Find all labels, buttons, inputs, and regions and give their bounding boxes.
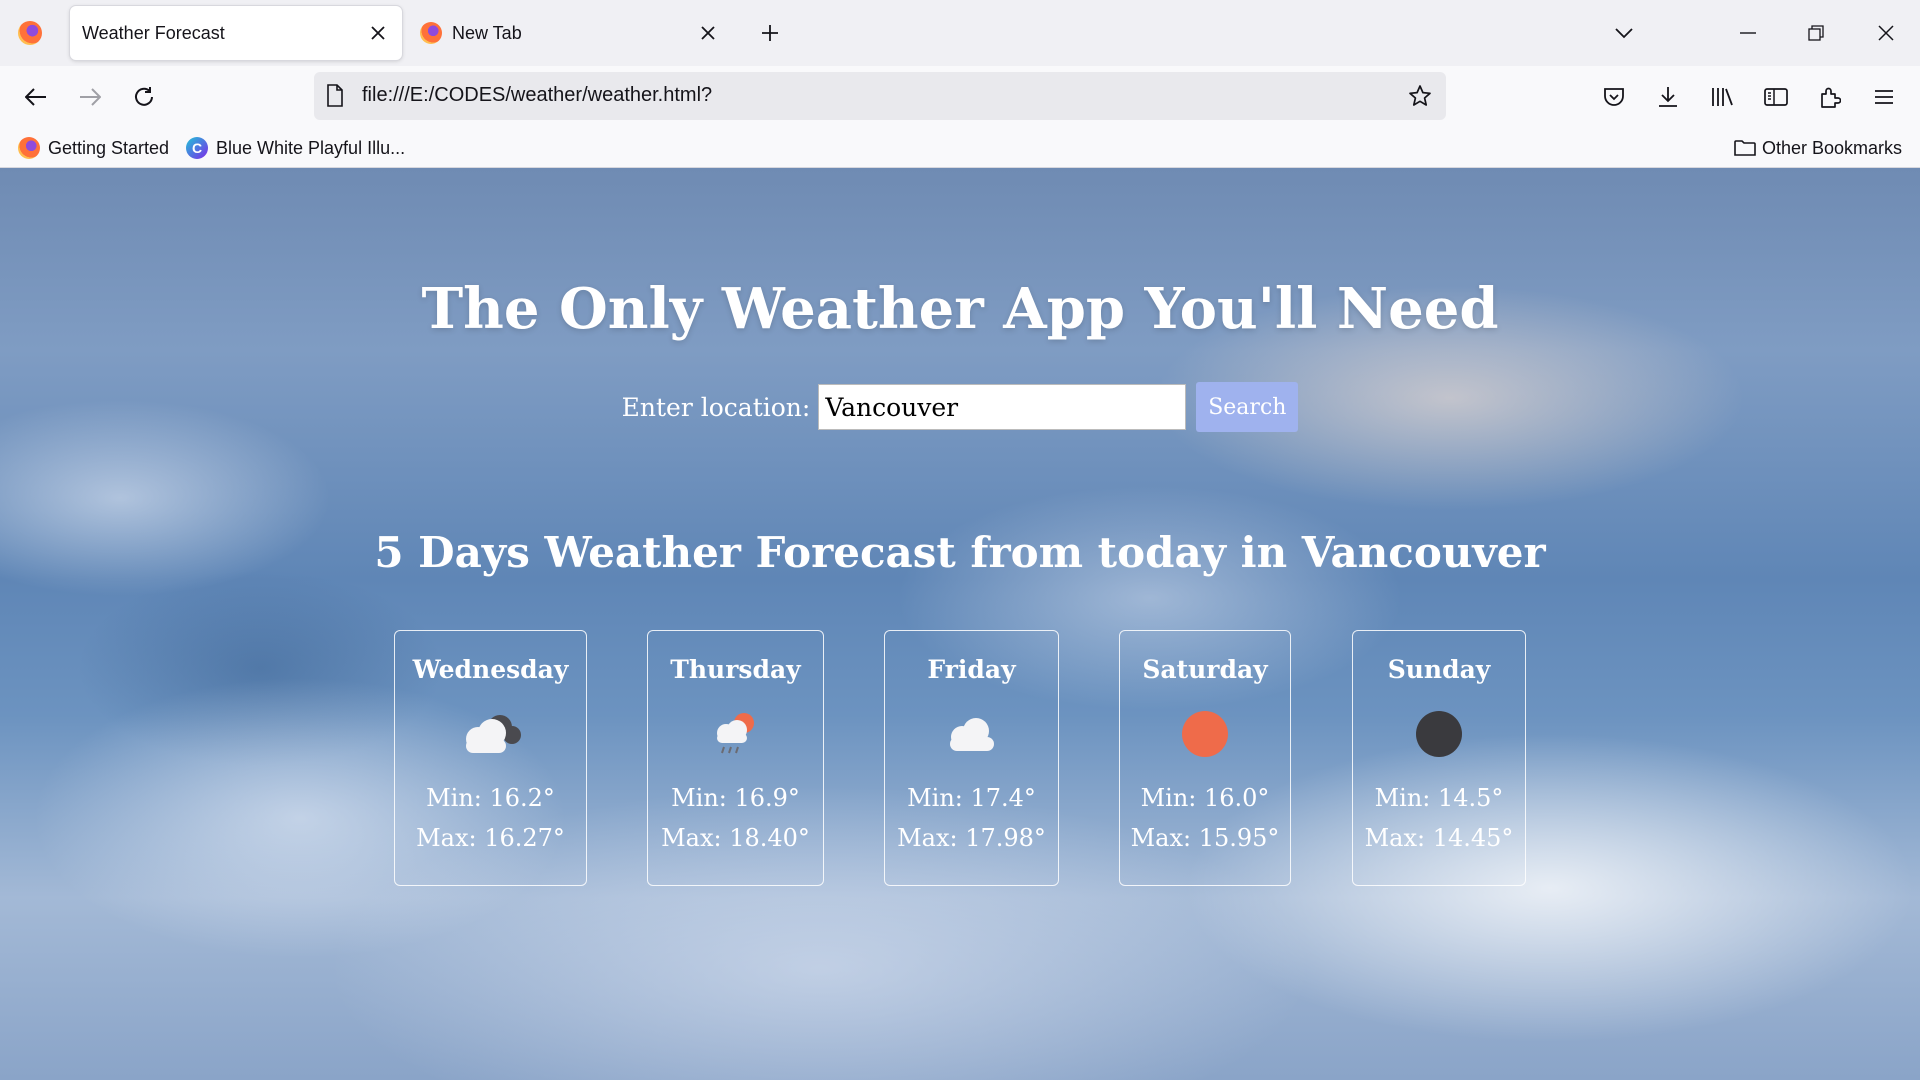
- card-max-temp: Max: 18.40°: [661, 824, 810, 852]
- page-icon: [326, 84, 344, 113]
- card-day: Sunday: [1387, 655, 1491, 684]
- other-bookmarks-label: Other Bookmarks: [1762, 137, 1903, 158]
- extensions-button[interactable]: [1812, 79, 1848, 115]
- weather-page: The Only Weather App You'll Need Enter l…: [0, 168, 1920, 1080]
- new-tab-button[interactable]: [752, 15, 788, 51]
- tab-title: New Tab: [452, 22, 522, 43]
- canva-icon: C: [186, 137, 208, 159]
- other-bookmarks-folder[interactable]: Other Bookmarks: [1734, 134, 1902, 162]
- firefox-icon: [420, 22, 442, 44]
- close-icon: [1878, 25, 1894, 41]
- downloads-button[interactable]: [1650, 79, 1686, 115]
- card-max-temp: Max: 14.45°: [1364, 824, 1514, 852]
- card-day: Wednesday: [412, 655, 569, 684]
- search-form: Enter location: Search: [0, 382, 1920, 432]
- card-max-temp: Max: 17.98°: [897, 824, 1046, 852]
- forecast-card-thursday: Thursday Min: 16.9° Max: 18.40°: [647, 630, 824, 886]
- pocket-button[interactable]: [1596, 79, 1632, 115]
- close-tab-icon[interactable]: [690, 15, 726, 51]
- restore-button[interactable]: [1798, 15, 1834, 51]
- sidebar-button[interactable]: [1758, 79, 1794, 115]
- bookmark-star-icon[interactable]: [1404, 80, 1436, 112]
- firefox-icon: [18, 137, 40, 159]
- chevron-down-icon: [1615, 28, 1633, 39]
- sun-rain-cloud-icon: [648, 704, 823, 764]
- forecast-title: 5 Days Weather Forecast from today in Va…: [374, 528, 1546, 577]
- url-bar[interactable]: file:///E:/CODES/weather/weather.html?: [314, 72, 1446, 120]
- bookmarks-toolbar: Getting Started C Blue White Playful Ill…: [0, 128, 1920, 168]
- back-button[interactable]: [18, 79, 54, 115]
- moon-icon: [1353, 704, 1525, 764]
- minimize-button[interactable]: [1730, 15, 1766, 51]
- bookmark-label: Getting Started: [48, 137, 170, 158]
- folder-icon: [1734, 140, 1756, 156]
- pocket-icon: [1604, 88, 1624, 106]
- card-min-temp: Min: 16.0°: [1140, 784, 1270, 812]
- navigation-bar: file:///E:/CODES/weather/weather.html?: [0, 66, 1920, 128]
- sidebar-icon: [1764, 88, 1788, 106]
- library-button[interactable]: [1704, 79, 1740, 115]
- tab-weather-forecast[interactable]: Weather Forecast: [70, 6, 402, 60]
- card-min-temp: Min: 14.5°: [1374, 784, 1504, 812]
- card-day: Saturday: [1142, 655, 1268, 684]
- reload-button[interactable]: [126, 79, 162, 115]
- bookmark-getting-started[interactable]: Getting Started: [18, 134, 169, 162]
- library-icon: [1712, 88, 1733, 106]
- bookmark-label: Blue White Playful Illu...: [216, 137, 406, 158]
- page-title: The Only Weather App You'll Need: [421, 276, 1499, 342]
- forecast-card-wednesday: Wednesday Min: 16.2° Max: 16.27°: [394, 630, 587, 886]
- location-input[interactable]: [818, 384, 1187, 430]
- cloud-dark-icon: [395, 704, 586, 764]
- download-icon: [1659, 87, 1677, 107]
- sun-icon: [1120, 704, 1290, 764]
- list-all-tabs-button[interactable]: [1606, 15, 1642, 51]
- tab-new-tab[interactable]: New Tab: [412, 6, 732, 60]
- arrow-left-icon: [25, 88, 46, 106]
- card-day: Thursday: [670, 655, 801, 684]
- forecast-card-friday: Friday Min: 17.4° Max: 17.98°: [884, 630, 1059, 886]
- forecast-card-sunday: Sunday Min: 14.5° Max: 14.45°: [1352, 630, 1526, 886]
- forward-button[interactable]: [72, 79, 108, 115]
- restore-icon: [1808, 25, 1824, 41]
- tab-bar: Weather Forecast New Tab: [0, 0, 1920, 66]
- arrow-right-icon: [80, 88, 101, 106]
- forecast-card-saturday: Saturday Min: 16.0° Max: 15.95°: [1119, 630, 1291, 886]
- plus-icon: [762, 25, 778, 41]
- card-max-temp: Max: 16.27°: [416, 824, 565, 852]
- cloud-icon: [885, 704, 1058, 764]
- app-menu-button[interactable]: [1866, 79, 1902, 115]
- firefox-view-icon[interactable]: [18, 21, 42, 45]
- close-tab-icon[interactable]: [360, 15, 396, 51]
- card-max-temp: Max: 15.95°: [1130, 824, 1280, 852]
- reload-icon: [135, 87, 153, 106]
- close-window-button[interactable]: [1868, 15, 1904, 51]
- tab-title: Weather Forecast: [82, 22, 225, 43]
- puzzle-icon: [1821, 87, 1841, 108]
- minimize-icon: [1740, 32, 1756, 34]
- search-button[interactable]: Search: [1196, 382, 1299, 432]
- hamburger-menu-icon: [1875, 90, 1893, 104]
- card-min-temp: Min: 16.9°: [671, 784, 800, 812]
- url-text[interactable]: file:///E:/CODES/weather/weather.html?: [362, 84, 712, 107]
- bookmark-blue-white-playful[interactable]: C Blue White Playful Illu...: [186, 134, 405, 162]
- card-day: Friday: [927, 655, 1016, 684]
- card-min-temp: Min: 17.4°: [907, 784, 1036, 812]
- card-min-temp: Min: 16.2°: [426, 784, 555, 812]
- location-label: Enter location:: [621, 392, 811, 422]
